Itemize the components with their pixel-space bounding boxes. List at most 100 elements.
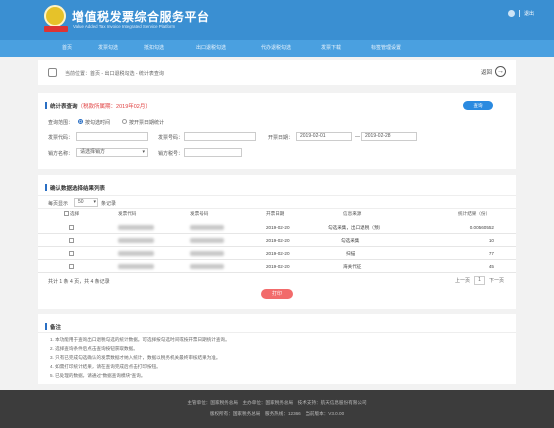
seller-label: 销方名称： xyxy=(48,151,74,157)
date-to-input[interactable]: 2019-02-28 xyxy=(361,132,417,141)
scope-label: 查询范围： xyxy=(48,120,74,126)
scope-radio-issue-date[interactable] xyxy=(122,119,127,124)
blurred-invoice-number xyxy=(190,225,224,230)
row-source: 海关代征 xyxy=(343,264,362,269)
row-date: 2019-02-20 xyxy=(266,251,290,256)
note-item: 5. 已处理的数据，请通过“数据查询模块”查询。 xyxy=(50,373,146,378)
back-button[interactable]: 返回 → xyxy=(481,66,506,77)
invoice-code-label: 发票代码： xyxy=(48,135,74,141)
results-panel: 确认数据选择结果列表 每页显示 50 ▾ 条记录 选择 发票代码 发票号码 开票… xyxy=(38,175,516,309)
nav-deduct-select[interactable]: 抵扣勾选 xyxy=(130,40,178,57)
page-size-select[interactable]: 50 ▾ xyxy=(74,198,98,207)
col-issue-date: 开票日期 xyxy=(266,211,285,216)
invoice-number-input[interactable] xyxy=(184,132,256,141)
scope-radio-select-time[interactable] xyxy=(78,119,83,124)
row-source: 勾选采集 xyxy=(341,238,360,243)
table-row[interactable]: 2019-02-20 扫描 77 xyxy=(38,247,516,260)
nav-export-refund[interactable]: 出口退税勾选 xyxy=(178,40,244,57)
blurred-invoice-code xyxy=(118,238,154,243)
header: 增值税发票综合服务平台 Value Added Tax Invoice Inte… xyxy=(0,0,554,40)
seller-tax-input[interactable] xyxy=(184,148,242,157)
user-area: 退出 xyxy=(507,10,534,17)
col-invoice-number: 发票号码 xyxy=(190,211,209,216)
search-button[interactable]: 查询 xyxy=(463,101,493,110)
query-title: 统计表查询（税款所属期：2019年02月） xyxy=(45,102,151,110)
nav-label-settings[interactable]: 标签管理设置 xyxy=(354,40,418,57)
row-count: 10 xyxy=(488,238,494,243)
seller-select[interactable]: 请选择销方 ▾ xyxy=(76,148,148,157)
footer-line-2: 版权所有：国家税务总局 服务热线：12366 当前版本：V3.0.00 xyxy=(209,411,345,416)
header-separator xyxy=(518,10,520,17)
nav-invoice-select[interactable]: 发票勾选 xyxy=(86,40,130,57)
logout-link[interactable]: 退出 xyxy=(524,10,534,17)
next-page-link[interactable]: 下一页 xyxy=(489,277,504,284)
invoice-code-input[interactable] xyxy=(76,132,148,141)
breadcrumb-path: 首页 - 出口退税勾选 - 统计表查询 xyxy=(90,71,164,77)
row-checkbox[interactable] xyxy=(69,251,74,256)
results-divider xyxy=(38,195,516,196)
row-date: 2019-02-20 xyxy=(266,264,290,269)
page-size-label: 每页显示 xyxy=(48,201,69,207)
col-invoice-code: 发票代码 xyxy=(118,211,137,216)
note-item: 3. 只有已完成勾选确认的发票数据才纳入统计，数据以税务机关最终审核结果为准。 xyxy=(50,355,221,360)
footer: 主管单位：国家税务总局 主办单位：国家税务总局 技术支持：航天信息股份有限公司 … xyxy=(0,390,554,428)
blurred-invoice-number xyxy=(190,251,224,256)
breadcrumb: 当前位置：首页 - 出口退税勾选 - 统计表查询 返回 → xyxy=(38,60,516,85)
seller-tax-label: 销方税号： xyxy=(158,151,184,157)
blurred-invoice-code xyxy=(118,225,154,230)
page-size-suffix: 条记录 xyxy=(101,201,117,207)
prev-page-link[interactable]: 上一页 xyxy=(455,277,470,284)
nav-invoice-download[interactable]: 发票下载 xyxy=(308,40,354,57)
blurred-invoice-number xyxy=(190,264,224,269)
breadcrumb-text: 当前位置：首页 - 出口退税勾选 - 统计表查询 xyxy=(65,70,164,77)
arrow-right-icon: → xyxy=(495,66,506,77)
nav-home[interactable]: 首页 xyxy=(48,40,86,57)
row-checkbox[interactable] xyxy=(69,225,74,230)
row-source: 勾选采集，出口退税（预） xyxy=(328,225,384,230)
chevron-down-icon: ▾ xyxy=(93,199,96,205)
row-source: 扫描 xyxy=(346,251,356,256)
site-subtitle: Value Added Tax Invoice Integrated Servi… xyxy=(73,24,176,29)
site-title: 增值税发票综合服务平台 xyxy=(72,10,210,24)
user-icon[interactable] xyxy=(507,10,515,17)
seller-placeholder: 请选择销方 xyxy=(80,149,106,155)
select-all-checkbox[interactable] xyxy=(64,211,69,216)
table-row[interactable]: 2019-02-20 海关代征 45 xyxy=(38,260,516,273)
row-checkbox[interactable] xyxy=(69,264,74,269)
scope-option-issue-date: 按开票日期统计 xyxy=(129,120,165,126)
nav-agent-refund[interactable]: 代办退税勾选 xyxy=(244,40,308,57)
note-item: 2. 选择查询条件后点击查询按钮获取数据。 xyxy=(50,346,138,351)
footer-line-1: 主管单位：国家税务总局 主办单位：国家税务总局 技术支持：航天信息股份有限公司 xyxy=(187,400,367,405)
results-summary: 共计 1 条 4 页，共 4 条记录 xyxy=(48,279,110,285)
scope-option-select-time: 按勾选时间 xyxy=(85,120,111,126)
issue-date-label: 开票日期： xyxy=(268,135,294,141)
row-checkbox[interactable] xyxy=(69,238,74,243)
main-nav: 首页 发票勾选 抵扣勾选 出口退税勾选 代办退税勾选 发票下载 标签管理设置 xyxy=(0,40,554,57)
row-count: 77 xyxy=(488,251,494,256)
date-from-input[interactable]: 2019-02-01 xyxy=(296,132,352,141)
row-count: 45 xyxy=(488,264,494,269)
blurred-invoice-number xyxy=(190,238,224,243)
notes-panel: 备注 1. 本功能用于查询出口退税勾选的统计数据。可选择按勾选时间或按开票日期统… xyxy=(38,314,516,384)
col-count: 统计结果（份） xyxy=(458,211,491,216)
query-title-text: 统计表查询 xyxy=(50,104,78,110)
table-row[interactable]: 2019-02-20 勾选采集，出口退税（预） 0.00560552 xyxy=(38,221,516,234)
date-range-dash: — xyxy=(355,134,360,140)
results-title: 确认数据选择结果列表 xyxy=(44,184,106,192)
back-label: 返回 xyxy=(480,69,492,76)
emblem-ribbon xyxy=(44,26,68,32)
tax-emblem-icon xyxy=(44,5,66,27)
current-page[interactable]: 1 xyxy=(473,276,485,285)
blurred-invoice-code xyxy=(118,264,154,269)
col-select: 选择 xyxy=(70,211,80,216)
chevron-down-icon: ▾ xyxy=(142,149,145,155)
note-item: 4. 如需打印统计结果，请在查询完成后点击打印按钮。 xyxy=(50,364,161,369)
notes-divider xyxy=(38,332,516,333)
notes-title: 备注 xyxy=(44,323,62,331)
note-item: 1. 本功能用于查询出口退税勾选的统计数据。可选择按勾选时间或按开票日期统计查询… xyxy=(50,337,230,342)
col-source: 信息来源 xyxy=(343,211,362,216)
print-button[interactable]: 打印 xyxy=(261,289,293,299)
invoice-number-label: 发票号码： xyxy=(158,135,184,141)
pagination: 上一页 1 下一页 xyxy=(455,276,504,285)
table-row[interactable]: 2019-02-20 勾选采集 10 xyxy=(38,234,516,247)
